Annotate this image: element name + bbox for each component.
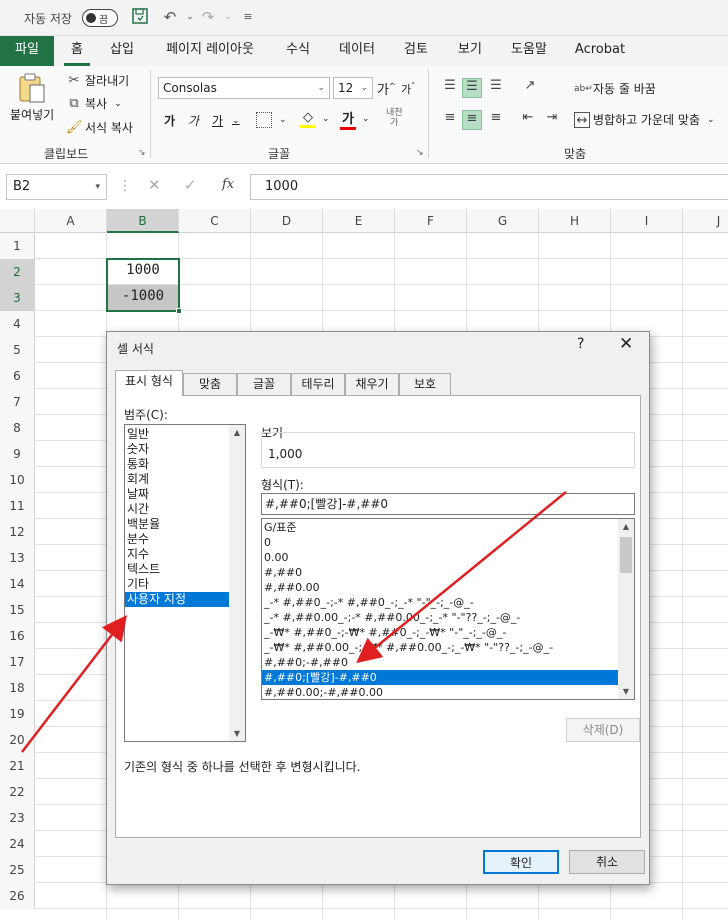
annotation-arrows [21, 491, 567, 753]
arrow-to-selected-format [356, 491, 567, 664]
tab-number-format[interactable]: 표시 형식 [115, 370, 183, 396]
arrow-to-custom-category [21, 615, 128, 753]
